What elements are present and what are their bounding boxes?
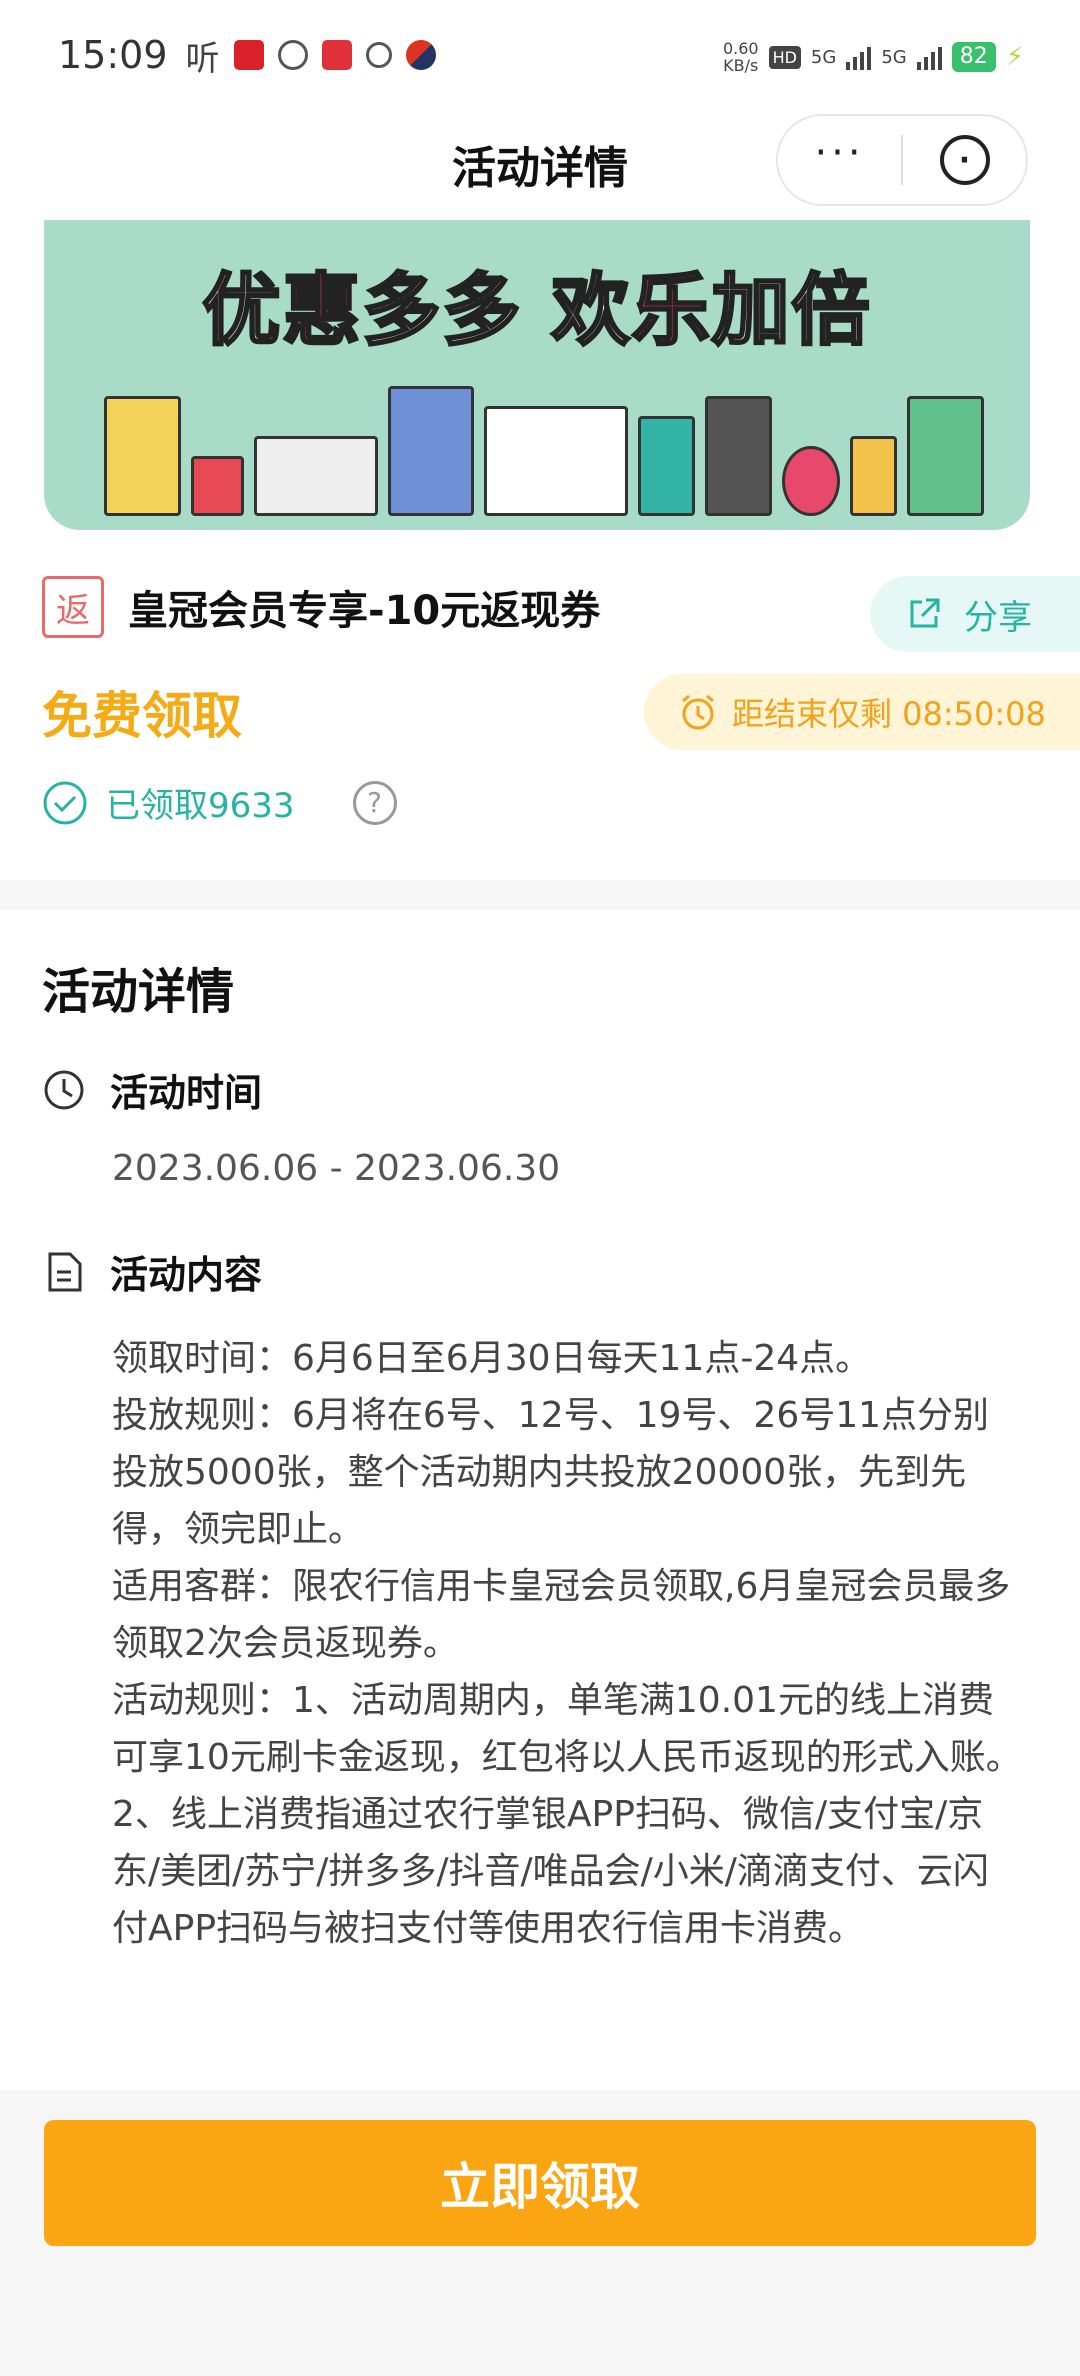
banner-slogan: 优惠多多 欢乐加倍 [44, 248, 1030, 360]
banner-text-2: 惠 [281, 265, 363, 358]
sim2-label: 5G [881, 46, 907, 68]
activity-time-label: 活动时间 [110, 1071, 263, 1115]
tree-illustration [637, 416, 696, 516]
status-indicators: 0.60 KB/s HD 5G 5G 82 ⚡ [723, 40, 1024, 74]
share-label: 分享 [964, 597, 1032, 638]
activity-content-label: 活动内容 [110, 1253, 263, 1297]
net-speed: 0.60 KB/s [723, 40, 759, 74]
airline-icon [405, 40, 436, 70]
document-icon [48, 1252, 82, 1291]
bottom-action-bar: 立即领取 [0, 2090, 1080, 2376]
building-illustration [104, 396, 181, 516]
app-notification-icon [233, 40, 264, 70]
clock-icon [44, 1070, 84, 1109]
share-icon [910, 598, 940, 628]
price-label: 免费领取 [42, 687, 242, 745]
countdown-badge: 距结束仅剩 08:50:08 [644, 674, 1080, 750]
net-speed-value: 0.60 [722, 39, 759, 58]
gift-illustration [190, 456, 245, 516]
net-speed-unit: KB/s [723, 56, 759, 75]
activity-time-value: 2023.06.06 - 2023.06.30 [112, 1148, 561, 1189]
help-icon[interactable]: ? [352, 780, 397, 825]
claim-now-button[interactable]: 立即领取 [44, 2120, 1036, 2246]
building-illustration [388, 386, 475, 516]
content-paragraph: 适用客群：限农行信用卡皇冠会员领取,6月皇冠会员最多领取2次会员返现券。 [112, 1566, 1011, 1664]
claimed-count-row: 已领取9633 ? [42, 778, 397, 827]
status-bar: 15:09 听 0.60 KB/s HD 5G 5G 82 ⚡ [0, 0, 1080, 110]
ting-icon: 听 [185, 38, 220, 79]
coupon-card: 优惠多多 欢乐加倍 返 皇冠会员专享-10元返现券 分享 免费领取 距结束仅剩 … [0, 220, 1080, 880]
content-paragraph: 活动规则：1、活动周期内，单笔满10.01元的线上消费可享10元刷卡金返现，红包… [112, 1680, 1022, 1949]
mini-program-capsule: ··· · [776, 114, 1028, 206]
status-time: 15:09 [58, 33, 168, 77]
activity-time-heading: 活动时间 [42, 1062, 262, 1117]
play-icon [277, 40, 308, 70]
banner-text-1: 优 [201, 265, 283, 358]
promo-banner: 优惠多多 欢乐加倍 [44, 220, 1030, 530]
app-notification-icon [321, 40, 352, 70]
hd-icon: HD [768, 45, 801, 69]
content-paragraph: 领取时间：6月6日至6月30日每天11点-24点。 [112, 1338, 872, 1379]
share-button[interactable]: 分享 [870, 576, 1080, 652]
banner-text-3: 多多 欢 [361, 265, 632, 358]
signal-icon [846, 44, 872, 70]
charging-icon: ⚡ [1005, 42, 1024, 72]
activity-content-text: 领取时间：6月6日至6月30日每天11点-24点。 投放规则：6月将在6号、12… [112, 1330, 1022, 1957]
cashback-badge: 返 [42, 576, 104, 638]
countdown-text: 距结束仅剩 08:50:08 [732, 695, 1046, 733]
content-paragraph: 投放规则：6月将在6号、12号、19号、26号11点分别投放5000张，整个活动… [112, 1395, 990, 1550]
claimed-count: 已领取9633 [106, 786, 295, 826]
alarm-clock-icon [682, 694, 714, 730]
close-icon: · [939, 135, 990, 185]
coupon-title-row: 返 皇冠会员专享-10元返现券 [42, 576, 600, 638]
bank-icon [365, 42, 392, 68]
close-button[interactable]: · [903, 135, 1026, 185]
building-illustration [907, 396, 984, 516]
building-illustration [254, 436, 379, 516]
activity-content-heading: 活动内容 [42, 1244, 262, 1299]
shop-illustration [484, 406, 628, 516]
activity-details-section: 活动详情 活动时间 2023.06.06 - 2023.06.30 活动内容 领… [0, 910, 1080, 2090]
location-pin-illustration [782, 446, 840, 516]
banner-text-4: 乐 [630, 265, 712, 358]
check-circle-icon [43, 781, 87, 824]
tree-illustration [849, 436, 898, 516]
sim1-label: 5G [810, 46, 837, 68]
signal-icon [916, 44, 942, 70]
city-illustration [104, 366, 984, 516]
section-title: 活动详情 [42, 964, 235, 1020]
phone-illustration [705, 396, 773, 516]
battery-icon: 82 [951, 42, 996, 72]
banner-text-5: 加倍 [710, 265, 872, 358]
more-button[interactable]: ··· [778, 133, 901, 173]
coupon-title: 皇冠会员专享-10元返现券 [128, 588, 601, 634]
